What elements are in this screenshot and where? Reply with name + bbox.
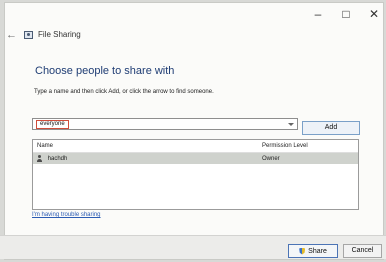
cancel-button[interactable]: Cancel [343,244,382,258]
share-button[interactable]: Share [288,244,338,258]
share-icon [24,31,33,39]
permission-column-header: Permission Level [262,143,308,149]
table-row[interactable]: hachdh Owner [33,153,358,164]
share-name-input[interactable]: everyone [32,118,298,130]
trouble-sharing-link[interactable]: I'm having trouble sharing [32,212,101,218]
shield-icon [299,248,306,255]
close-button[interactable]: ✕ [367,7,381,21]
caption-controls: – □ ✕ [311,7,381,21]
share-instruction: Type a name and then click Add, or click… [34,89,214,95]
share-heading: Choose people to share with [35,65,175,77]
user-icon [37,154,43,162]
share-permissions-table: Name Permission Level hachdh Owner [32,139,359,210]
name-column-header: Name [37,143,54,149]
share-button-label: Share [308,247,327,255]
permission-level-cell[interactable]: Owner [262,156,357,162]
share-name-value[interactable]: everyone [36,119,69,129]
table-header-row: Name Permission Level [33,140,358,153]
window-title: File Sharing [38,30,81,39]
user-name-cell[interactable]: hachdh [33,154,262,163]
add-button[interactable]: Add [302,121,360,135]
user-name-label: hachdh [47,156,68,163]
window-title-bar: File Sharing [24,30,81,39]
maximize-button[interactable]: □ [339,7,353,21]
chevron-down-icon[interactable] [288,122,294,126]
back-arrow-icon[interactable]: ← [6,29,17,41]
minimize-button[interactable]: – [311,7,325,21]
